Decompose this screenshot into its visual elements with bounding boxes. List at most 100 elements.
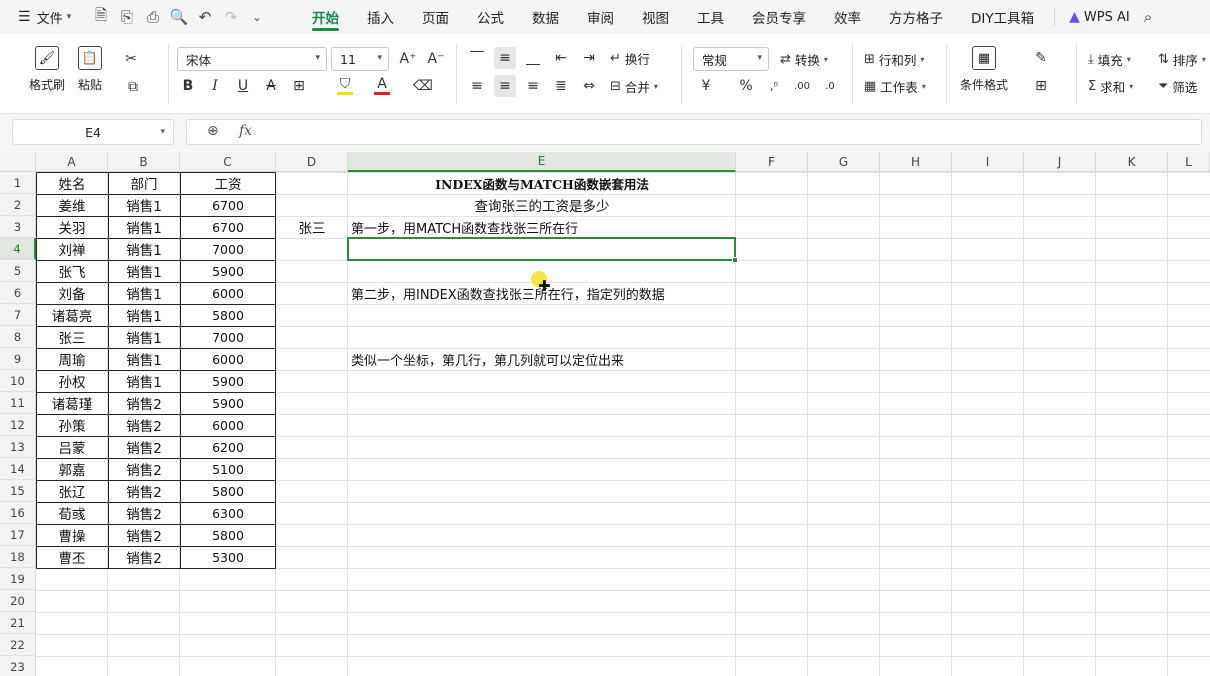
search-icon[interactable]: ⌕ [1144, 8, 1152, 26]
row-header-13[interactable]: 13 [0, 436, 36, 458]
border-icon[interactable]: ⊞ [288, 75, 310, 97]
row-header-7[interactable]: 7 [0, 304, 36, 326]
row-header-4[interactable]: 4 [0, 238, 36, 260]
column-header-i[interactable]: I [952, 152, 1024, 172]
column-header-g[interactable]: G [808, 152, 880, 172]
save-icon[interactable]: 🗎 [88, 4, 114, 30]
align-right-icon[interactable]: ≡ [522, 75, 544, 97]
spreadsheet-grid[interactable]: A B C D E F G H I J K L 1 2 3 4 5 6 7 8 9 10 11 12 13 14 15 16 17 18 1… [0, 152, 1210, 676]
column-header-j[interactable]: J [1024, 152, 1096, 172]
column-header-h[interactable]: H [880, 152, 952, 172]
distribute-icon[interactable]: ⇔ [578, 75, 600, 97]
thousands-icon[interactable]: ,⁰ [763, 75, 785, 97]
cell-style-icon[interactable]: ✎ [1030, 47, 1052, 69]
wps-ai-button[interactable]: ▲ WPS AI [1061, 9, 1138, 25]
merge-button[interactable]: ⊟ 合并 ▾ [610, 75, 658, 97]
filter-button[interactable]: ⏷ 筛选 [1158, 75, 1197, 97]
fill-handle[interactable] [732, 257, 738, 263]
name-box[interactable]: E4 ▾ [12, 119, 174, 145]
align-middle-icon[interactable]: ≡ [494, 47, 516, 69]
italic-icon[interactable]: I [204, 75, 226, 97]
decrease-font-icon[interactable]: A⁻ [425, 48, 447, 70]
increase-indent-icon[interactable]: ⇥ [578, 47, 600, 69]
row-header-3[interactable]: 3 [0, 216, 36, 238]
tab-tools[interactable]: 工具 [683, 0, 738, 34]
tab-data[interactable]: 数据 [518, 0, 573, 34]
row-header-10[interactable]: 10 [0, 370, 36, 392]
print-preview-icon[interactable]: 🔍 [166, 4, 192, 30]
font-name-select[interactable]: 宋体 ▾ [177, 47, 327, 71]
row-header-8[interactable]: 8 [0, 326, 36, 348]
strikethrough-icon[interactable]: A [260, 75, 282, 97]
row-header-23[interactable]: 23 [0, 656, 36, 676]
tab-insert[interactable]: 插入 [353, 0, 408, 34]
row-header-2[interactable]: 2 [0, 194, 36, 216]
column-header-b[interactable]: B [108, 152, 180, 172]
fx-icon[interactable]: fx [239, 123, 252, 139]
row-header-18[interactable]: 18 [0, 546, 36, 568]
formula-input[interactable]: ⊕ fx [186, 119, 1202, 145]
row-header-22[interactable]: 22 [0, 634, 36, 656]
tab-page[interactable]: 页面 [408, 0, 463, 34]
sum-button[interactable]: Σ 求和 ▾ [1088, 75, 1133, 97]
row-header-14[interactable]: 14 [0, 458, 36, 480]
table-style-icon[interactable]: ⊞ [1030, 75, 1052, 97]
increase-decimal-icon[interactable]: .00 [791, 75, 813, 97]
file-menu[interactable]: ☰ 文件 ▾ [0, 8, 88, 27]
tab-member[interactable]: 会员专享 [738, 0, 820, 34]
align-center-icon[interactable]: ≡ [494, 75, 516, 97]
tab-formulas[interactable]: 公式 [463, 0, 518, 34]
row-header-12[interactable]: 12 [0, 414, 36, 436]
format-painter-button[interactable]: 🖌 格式刷 [29, 46, 65, 93]
sort-button[interactable]: ⇅ 排序 ▾ [1158, 48, 1206, 70]
increase-font-icon[interactable]: A⁺ [397, 48, 419, 70]
row-header-11[interactable]: 11 [0, 392, 36, 414]
bold-icon[interactable]: B [177, 75, 199, 97]
tab-view[interactable]: 视图 [628, 0, 683, 34]
row-header-20[interactable]: 20 [0, 590, 36, 612]
currency-icon[interactable]: ¥ [695, 75, 717, 97]
row-header-17[interactable]: 17 [0, 524, 36, 546]
row-header-19[interactable]: 19 [0, 568, 36, 590]
column-header-l[interactable]: L [1168, 152, 1210, 172]
row-header-21[interactable]: 21 [0, 612, 36, 634]
justify-icon[interactable]: ≣ [550, 75, 572, 97]
underline-icon[interactable]: U [232, 75, 254, 97]
column-header-k[interactable]: K [1096, 152, 1168, 172]
align-bottom-icon[interactable]: ⎽ [522, 47, 544, 69]
percent-icon[interactable]: % [735, 75, 757, 97]
column-header-f[interactable]: F [736, 152, 808, 172]
fill-button[interactable]: ⤓ 填充 ▾ [1088, 48, 1131, 70]
column-header-d[interactable]: D [276, 152, 348, 172]
row-header-9[interactable]: 9 [0, 348, 36, 370]
copy-icon[interactable]: ⧉ [122, 76, 144, 98]
eraser-icon[interactable]: ⌫ [412, 75, 434, 97]
paste-button[interactable]: 📋 粘贴 [78, 46, 102, 93]
more-chevron-icon[interactable]: ⌄ [244, 4, 270, 30]
row-header-1[interactable]: 1 [0, 172, 36, 194]
export-icon[interactable]: ⎘ [114, 4, 140, 30]
row-header-16[interactable]: 16 [0, 502, 36, 524]
cut-icon[interactable]: ✂ [120, 48, 142, 70]
decrease-indent-icon[interactable]: ⇤ [550, 47, 572, 69]
worksheet-button[interactable]: ▦ 工作表 ▾ [864, 75, 926, 97]
print-icon[interactable]: ⎙ [140, 4, 166, 30]
decrease-decimal-icon[interactable]: .0 [819, 75, 841, 97]
row-header-15[interactable]: 15 [0, 480, 36, 502]
wrap-text-button[interactable]: ↵ 换行 [610, 47, 650, 69]
column-header-a[interactable]: A [36, 152, 108, 172]
rows-cols-button[interactable]: ⊞ 行和列 ▾ [864, 48, 924, 70]
active-cell-selection[interactable] [347, 237, 738, 263]
row-header-5[interactable]: 5 [0, 260, 36, 282]
number-format-select[interactable]: 常规 ▾ [693, 47, 769, 71]
font-size-select[interactable]: 11 ▾ [331, 47, 389, 71]
undo-icon[interactable]: ↶ [192, 4, 218, 30]
zoom-icon[interactable]: ⊕ [207, 123, 219, 139]
convert-button[interactable]: ⇄ 转换 ▾ [780, 48, 828, 70]
column-header-c[interactable]: C [180, 152, 276, 172]
tab-efficiency[interactable]: 效率 [820, 0, 875, 34]
align-left-icon[interactable]: ≡ [466, 75, 488, 97]
tab-review[interactable]: 审阅 [573, 0, 628, 34]
tab-fangfang[interactable]: 方方格子 [875, 0, 957, 34]
column-header-e[interactable]: E [348, 152, 736, 172]
